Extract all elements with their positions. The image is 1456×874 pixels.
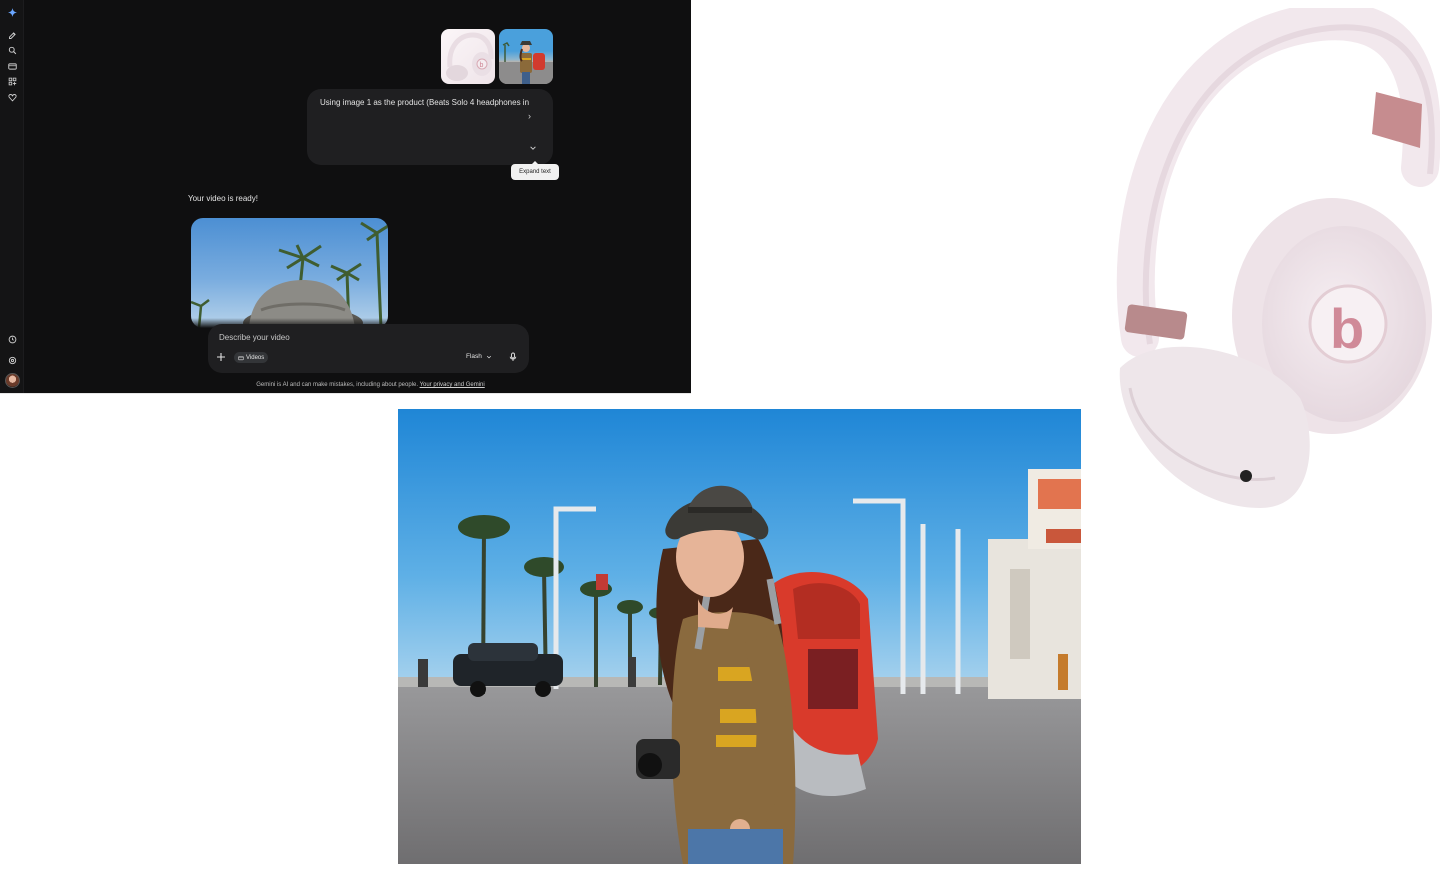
search-icon[interactable] xyxy=(6,44,18,56)
svg-text:b: b xyxy=(480,62,484,69)
headphones-thumbnail[interactable]: b xyxy=(441,29,495,84)
microphone-icon[interactable] xyxy=(508,352,518,362)
gems-icon[interactable] xyxy=(6,91,18,103)
chevron-down-icon xyxy=(486,355,491,358)
model-label: Flash xyxy=(466,353,482,360)
activity-icon[interactable] xyxy=(6,333,18,345)
generated-video-preview[interactable] xyxy=(191,218,388,328)
attachment-thumbnails: b xyxy=(441,29,553,84)
settings-icon[interactable] xyxy=(6,354,18,366)
prompt-text: Using image 1 as the product (Beats Solo… xyxy=(320,98,530,107)
svg-text:b: b xyxy=(1330,297,1364,360)
new-chat-icon[interactable] xyxy=(6,29,18,41)
traveler-photo xyxy=(398,409,1081,864)
expand-chevron-icon[interactable] xyxy=(529,144,537,152)
expand-text-tooltip: Expand text xyxy=(511,161,559,180)
gemini-window: b Using image 1 as the product (Beats So… xyxy=(0,0,691,394)
video-icon xyxy=(238,355,244,360)
videos-icon[interactable] xyxy=(6,60,18,72)
videos-chip-label: Videos xyxy=(246,354,265,361)
prompt-composer: Videos Flash xyxy=(208,324,529,373)
headphones-product-image: b xyxy=(1100,2,1441,518)
describe-video-input[interactable] xyxy=(219,331,479,343)
chevron-right-icon[interactable]: › xyxy=(528,111,531,121)
model-selector[interactable]: Flash xyxy=(466,353,492,360)
plus-icon[interactable] xyxy=(216,352,226,362)
videos-tool-chip[interactable]: Videos xyxy=(234,352,269,363)
side-rail xyxy=(0,0,24,393)
disclaimer-text: Gemini is AI and can make mistakes, incl… xyxy=(256,382,419,388)
response-text: Your video is ready! xyxy=(188,194,258,203)
privacy-link[interactable]: Your privacy and Gemini xyxy=(420,382,485,388)
disclaimer: Gemini is AI and can make mistakes, incl… xyxy=(0,382,691,388)
gemini-sparkle-icon[interactable] xyxy=(6,6,18,18)
apps-icon[interactable] xyxy=(6,75,18,87)
canvas: b Using image 1 as the product (Beats So… xyxy=(0,0,1456,874)
traveler-thumbnail[interactable] xyxy=(499,29,553,84)
user-prompt-bubble: Using image 1 as the product (Beats Solo… xyxy=(307,89,553,165)
